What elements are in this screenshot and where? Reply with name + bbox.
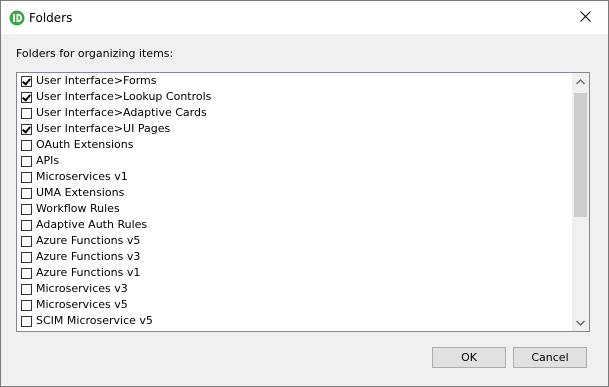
folder-checkbox[interactable] bbox=[21, 124, 32, 135]
folder-checkbox[interactable] bbox=[21, 220, 32, 231]
folder-checkbox[interactable] bbox=[21, 172, 32, 183]
window-title: Folders bbox=[29, 11, 73, 25]
scrollbar-thumb[interactable] bbox=[574, 93, 587, 217]
folder-item[interactable]: Microservices v3 bbox=[17, 281, 570, 297]
folder-item-label: Azure Functions v3 bbox=[36, 250, 141, 263]
folder-item-label: User Interface>Forms bbox=[36, 74, 157, 87]
folder-checkbox[interactable] bbox=[21, 268, 32, 279]
folder-item[interactable]: Azure Functions v1 bbox=[17, 265, 570, 281]
folder-checkbox[interactable] bbox=[21, 316, 32, 327]
folder-checkbox[interactable] bbox=[21, 204, 32, 215]
folder-item[interactable]: UMA Extensions bbox=[17, 185, 570, 201]
folder-item[interactable]: Adaptive Auth Rules bbox=[17, 217, 570, 233]
folder-item[interactable]: Microservices v5 bbox=[17, 297, 570, 313]
folder-item[interactable]: APIs bbox=[17, 153, 570, 169]
scroll-up-button[interactable] bbox=[572, 73, 589, 90]
ok-button[interactable]: OK bbox=[432, 347, 506, 368]
folder-item-label: Microservices v3 bbox=[36, 282, 128, 295]
folder-item-label: Azure Functions v5 bbox=[36, 234, 141, 247]
folder-item-label: Adaptive Auth Rules bbox=[36, 218, 148, 231]
folders-prompt-label: Folders for organizing items: bbox=[16, 47, 174, 60]
folder-item-label: User Interface>Lookup Controls bbox=[36, 90, 212, 103]
close-button[interactable] bbox=[562, 1, 608, 34]
folder-item-label: UMA Extensions bbox=[36, 186, 125, 199]
folder-item[interactable]: User Interface>Adaptive Cards bbox=[17, 105, 570, 121]
folder-item[interactable]: Azure Functions v5 bbox=[17, 233, 570, 249]
chevron-down-icon bbox=[576, 316, 585, 329]
folder-item[interactable]: Microservices v1 bbox=[17, 169, 570, 185]
folder-item[interactable]: User Interface>Lookup Controls bbox=[17, 89, 570, 105]
folders-checklist[interactable]: User Interface>Forms User Interface>Looku… bbox=[16, 72, 590, 332]
folder-item[interactable]: User Interface>Forms bbox=[17, 73, 570, 89]
folder-checkbox[interactable] bbox=[21, 92, 32, 103]
cancel-button[interactable]: Cancel bbox=[513, 347, 587, 368]
folder-checkbox[interactable] bbox=[21, 284, 32, 295]
folder-checkbox[interactable] bbox=[21, 156, 32, 167]
folder-item[interactable]: Workflow Rules bbox=[17, 201, 570, 217]
close-icon bbox=[579, 10, 591, 25]
folder-item-label: Microservices v1 bbox=[36, 170, 128, 183]
folder-item-label: Workflow Rules bbox=[36, 202, 120, 215]
chevron-up-icon bbox=[576, 75, 585, 88]
app-logo-icon bbox=[9, 10, 25, 26]
folder-item-label: Azure Functions v1 bbox=[36, 266, 141, 279]
scroll-down-button[interactable] bbox=[572, 314, 589, 331]
folder-checkbox[interactable] bbox=[21, 236, 32, 247]
folder-item[interactable]: SCIM Microservice v5 bbox=[17, 313, 570, 329]
folder-item[interactable]: User Interface>UI Pages bbox=[17, 121, 570, 137]
folder-checkbox[interactable] bbox=[21, 76, 32, 87]
folder-checkbox[interactable] bbox=[21, 252, 32, 263]
folder-checkbox[interactable] bbox=[21, 188, 32, 199]
vertical-scrollbar[interactable] bbox=[572, 73, 589, 331]
folder-checkbox[interactable] bbox=[21, 140, 32, 151]
folder-item-label: Microservices v5 bbox=[36, 298, 128, 311]
folder-item[interactable]: Azure Functions v3 bbox=[17, 249, 570, 265]
folder-item-label: SCIM Microservice v5 bbox=[36, 314, 153, 327]
folder-item-label: OAuth Extensions bbox=[36, 138, 134, 151]
folders-list-items: User Interface>Forms User Interface>Looku… bbox=[17, 73, 570, 329]
title-bar: Folders bbox=[1, 1, 608, 34]
folder-checkbox[interactable] bbox=[21, 108, 32, 119]
folder-checkbox[interactable] bbox=[21, 300, 32, 311]
folder-item-label: User Interface>Adaptive Cards bbox=[36, 106, 207, 119]
folder-item-label: APIs bbox=[36, 154, 60, 167]
folder-item[interactable]: OAuth Extensions bbox=[17, 137, 570, 153]
folders-dialog: Folders Folders for organizing items: Us… bbox=[0, 0, 609, 387]
folder-item-label: User Interface>UI Pages bbox=[36, 122, 171, 135]
